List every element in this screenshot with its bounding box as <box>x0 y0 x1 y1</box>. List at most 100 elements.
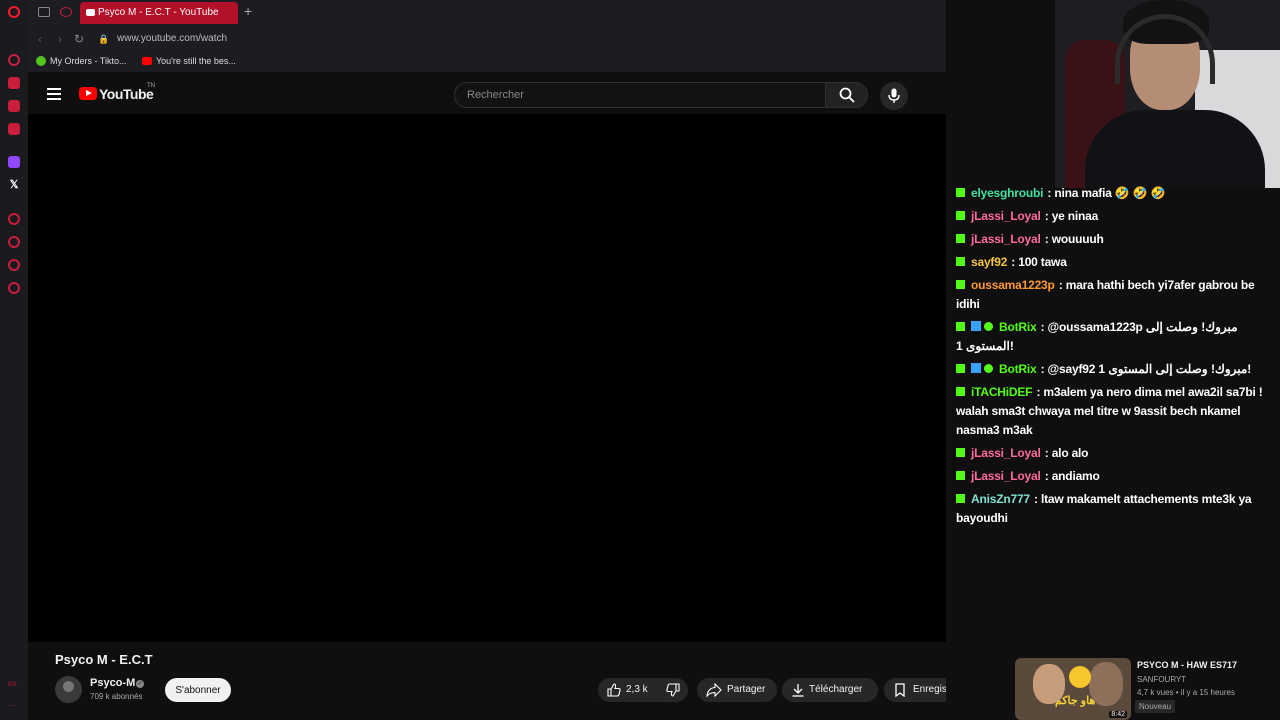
subscribe-button[interactable]: S'abonner <box>165 678 231 702</box>
chat-text: : ye ninaa <box>1041 209 1099 223</box>
download-label: Télécharger <box>809 684 863 695</box>
youtube-favicon-icon <box>86 9 95 16</box>
kick-badge-icon <box>956 322 965 331</box>
like-count: 2,3 k <box>626 684 648 695</box>
thumbs-down-icon <box>666 683 680 697</box>
forward-icon[interactable]: › <box>58 32 62 46</box>
chat-username[interactable]: jLassi_Loyal <box>971 232 1041 246</box>
workspace-icon[interactable] <box>60 7 72 17</box>
chat-message: BotRix : @sayf92 مبروك! وصلت إلى المستوى… <box>956 360 1276 379</box>
chat-message: AnisZn777 : ltaw makamelt attachements m… <box>956 490 1276 528</box>
bookmarks-bar: My Orders - Tikto... You're still the be… <box>28 52 946 72</box>
mic-icon <box>888 88 900 103</box>
subscriber-count: 709 k abonnés <box>90 692 143 701</box>
download-button[interactable]: Télécharger <box>782 678 878 702</box>
chat-text: : alo alo <box>1041 446 1089 460</box>
chat-username[interactable]: iTACHiDEF <box>971 385 1033 399</box>
chat-username[interactable]: elyesghroubi <box>971 186 1043 200</box>
chat-username[interactable]: AnisZn777 <box>971 492 1030 506</box>
chat-message: oussama1223p : mara hathi bech yi7afer g… <box>956 276 1276 314</box>
bookmark-label: My Orders - Tikto... <box>50 56 127 66</box>
chat-text: : @sayf92 مبروك! وصلت إلى المستوى 1! <box>1037 362 1252 376</box>
kick-badge-icon <box>956 364 965 373</box>
chat-username[interactable]: oussama1223p <box>971 278 1055 292</box>
more-icon[interactable]: ··· <box>8 702 20 710</box>
sidebar-icon-6[interactable] <box>8 259 20 271</box>
video-player[interactable] <box>28 114 946 642</box>
opera-sidebar: 𝕏 GX ··· <box>0 0 28 720</box>
kick-badge-icon <box>956 448 965 457</box>
webcam-feed <box>1055 0 1280 188</box>
bookmark-item[interactable]: You're still the bes... <box>142 56 236 66</box>
chat-username[interactable]: BotRix <box>999 362 1037 376</box>
verified-badge-icon <box>984 364 993 373</box>
x-icon[interactable]: 𝕏 <box>8 179 20 191</box>
chat-username[interactable]: sayf92 <box>971 255 1007 269</box>
chat-username[interactable]: BotRix <box>999 320 1037 334</box>
like-button[interactable]: 2,3 k <box>598 678 656 702</box>
cam-person-body <box>1085 110 1265 188</box>
logo-text: YouTube <box>99 86 154 102</box>
sidebar-icon-4[interactable] <box>8 123 20 135</box>
gx-icon[interactable]: GX <box>8 682 20 690</box>
video-title: Psyco M - E.C.T <box>55 652 153 667</box>
dislike-button[interactable] <box>660 678 688 702</box>
chat-text: : andiamo <box>1041 469 1100 483</box>
chat-message: iTACHiDEF : m3alem ya nero dima mel awa2… <box>956 383 1276 440</box>
youtube-play-icon <box>79 87 97 100</box>
new-badge: Nouveau <box>1135 700 1176 713</box>
new-tab-button[interactable]: + <box>244 3 252 19</box>
chat-message: BotRix : @oussama1223p مبروك! وصلت إلى ا… <box>956 318 1276 356</box>
search-button[interactable] <box>825 82 868 108</box>
youtube-logo[interactable]: YouTube TN <box>79 83 159 104</box>
sidebar-icon-2[interactable] <box>8 77 20 89</box>
bot-badge-icon <box>971 363 981 373</box>
chat-username[interactable]: jLassi_Loyal <box>971 209 1041 223</box>
thumbs-up-icon <box>607 683 621 697</box>
channel-avatar[interactable] <box>55 676 82 703</box>
voice-search-button[interactable] <box>880 82 908 110</box>
search-box <box>454 82 826 108</box>
chat-panel: elyesghroubi : nina mafia 🤣 🤣 🤣 jLassi_Lo… <box>956 184 1276 532</box>
menu-icon[interactable] <box>47 88 61 100</box>
bookmark-label: You're still the bes... <box>156 56 236 66</box>
youtube-favicon-icon <box>142 57 152 65</box>
like-dislike-group: 2,3 k <box>598 678 688 702</box>
search-input[interactable] <box>467 89 807 101</box>
chat-username[interactable]: jLassi_Loyal <box>971 446 1041 460</box>
recommended-title[interactable]: PSYCO M - HAW ES717 <box>1137 660 1237 670</box>
tab-switcher-icon[interactable] <box>38 7 50 17</box>
address-bar: ‹ › ↻ 🔒 www.youtube.com/watch <box>28 26 946 52</box>
sidebar-icon-5[interactable] <box>8 213 20 225</box>
bot-badge-icon <box>971 321 981 331</box>
screen: 𝕏 GX ··· Psyco M - E.C.T - YouTube + ‹ ›… <box>0 0 1280 720</box>
recommended-thumbnail[interactable]: هاو جاكم 8:42 <box>1015 658 1131 720</box>
video-duration: 8:42 <box>1109 711 1127 718</box>
history-icon[interactable] <box>8 236 20 248</box>
sidebar-icon-1[interactable] <box>8 54 20 66</box>
reload-icon[interactable]: ↻ <box>74 32 84 46</box>
bookmark-icon <box>895 683 905 697</box>
country-code: TN <box>147 83 155 89</box>
kick-badge-icon <box>956 471 965 480</box>
kick-badge-icon <box>956 234 965 243</box>
tab-youtube[interactable]: Psyco M - E.C.T - YouTube <box>80 2 238 24</box>
sidebar-icon-3[interactable] <box>8 100 20 112</box>
bookmark-item[interactable]: My Orders - Tikto... <box>36 56 127 66</box>
tab-title: Psyco M - E.C.T - YouTube <box>98 7 219 18</box>
url-field[interactable]: www.youtube.com/watch <box>117 33 227 44</box>
download-icon <box>792 684 804 697</box>
channel-name[interactable]: Psyco-M <box>90 677 135 689</box>
opera-logo-icon[interactable] <box>8 6 20 18</box>
share-button[interactable]: Partager <box>697 678 777 702</box>
recommended-channel[interactable]: SANFOURYT <box>1137 675 1186 684</box>
kick-badge-icon <box>956 188 965 197</box>
chat-username[interactable]: jLassi_Loyal <box>971 469 1041 483</box>
chat-text: : wouuuuh <box>1041 232 1104 246</box>
settings-icon[interactable] <box>8 282 20 294</box>
twitch-icon[interactable] <box>8 156 20 168</box>
back-icon[interactable]: ‹ <box>38 32 42 46</box>
shocked-emoji-icon <box>1069 666 1091 688</box>
chat-message: jLassi_Loyal : alo alo <box>956 444 1276 463</box>
kick-badge-icon <box>956 280 965 289</box>
